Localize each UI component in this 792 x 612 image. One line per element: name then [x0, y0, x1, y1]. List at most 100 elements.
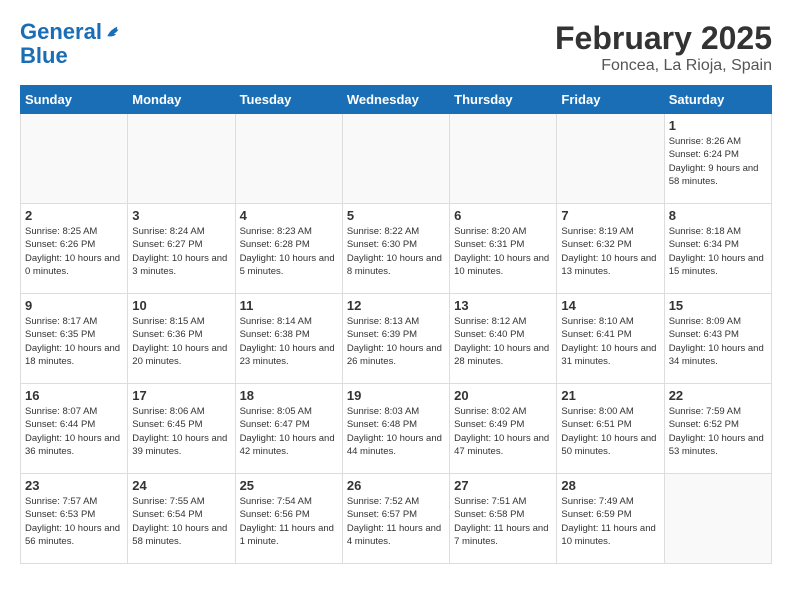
calendar-cell: 16 Sunrise: 8:07 AM Sunset: 6:44 PM Dayli… [21, 384, 128, 474]
calendar-cell: 4 Sunrise: 8:23 AM Sunset: 6:28 PM Daylig… [235, 204, 342, 294]
day-number: 5 [347, 208, 445, 223]
day-info: Sunrise: 8:22 AM Sunset: 6:30 PM Dayligh… [347, 225, 445, 278]
day-number: 3 [132, 208, 230, 223]
calendar-cell: 18 Sunrise: 8:05 AM Sunset: 6:47 PM Dayli… [235, 384, 342, 474]
calendar-cell: 2 Sunrise: 8:25 AM Sunset: 6:26 PM Daylig… [21, 204, 128, 294]
day-info: Sunrise: 8:13 AM Sunset: 6:39 PM Dayligh… [347, 315, 445, 368]
calendar-cell: 13Sunrise: 8:12 AM Sunset: 6:40 PM Dayli… [450, 294, 557, 384]
weekday-header-thursday: Thursday [450, 86, 557, 114]
day-number: 23 [25, 478, 123, 493]
calendar-cell: 11 Sunrise: 8:14 AM Sunset: 6:38 PM Dayli… [235, 294, 342, 384]
calendar-week-row: 23Sunrise: 7:57 AM Sunset: 6:53 PM Dayli… [21, 474, 772, 564]
calendar-week-row: 2 Sunrise: 8:25 AM Sunset: 6:26 PM Daylig… [21, 204, 772, 294]
month-year-title: February 2025 [555, 20, 772, 57]
day-info: Sunrise: 8:26 AM Sunset: 6:24 PM Dayligh… [669, 135, 767, 188]
day-number: 20 [454, 388, 552, 403]
calendar-cell: 6 Sunrise: 8:20 AM Sunset: 6:31 PM Daylig… [450, 204, 557, 294]
calendar-cell: 20Sunrise: 8:02 AM Sunset: 6:49 PM Dayli… [450, 384, 557, 474]
day-number: 6 [454, 208, 552, 223]
day-number: 2 [25, 208, 123, 223]
calendar-cell: 26 Sunrise: 7:52 AM Sunset: 6:57 PM Dayli… [342, 474, 449, 564]
calendar-cell: 3 Sunrise: 8:24 AM Sunset: 6:27 PM Daylig… [128, 204, 235, 294]
day-number: 9 [25, 298, 123, 313]
weekday-header-monday: Monday [128, 86, 235, 114]
day-info: Sunrise: 8:10 AM Sunset: 6:41 PM Dayligh… [561, 315, 659, 368]
calendar-cell: 22Sunrise: 7:59 AM Sunset: 6:52 PM Dayli… [664, 384, 771, 474]
day-info: Sunrise: 7:55 AM Sunset: 6:54 PM Dayligh… [132, 495, 230, 548]
calendar-cell: 24 Sunrise: 7:55 AM Sunset: 6:54 PM Dayli… [128, 474, 235, 564]
logo-text: General [20, 20, 102, 44]
calendar-cell: 15 Sunrise: 8:09 AM Sunset: 6:43 PM Dayli… [664, 294, 771, 384]
title-block: February 2025 Foncea, La Rioja, Spain [555, 20, 772, 75]
calendar-week-row: 9 Sunrise: 8:17 AM Sunset: 6:35 PM Daylig… [21, 294, 772, 384]
day-info: Sunrise: 8:17 AM Sunset: 6:35 PM Dayligh… [25, 315, 123, 368]
logo-blue-text: Blue [20, 44, 124, 68]
day-number: 4 [240, 208, 338, 223]
calendar-cell [450, 114, 557, 204]
day-info: Sunrise: 8:03 AM Sunset: 6:48 PM Dayligh… [347, 405, 445, 458]
calendar-cell: 1 Sunrise: 8:26 AM Sunset: 6:24 PM Daylig… [664, 114, 771, 204]
calendar-cell: 7 Sunrise: 8:19 AM Sunset: 6:32 PM Daylig… [557, 204, 664, 294]
day-info: Sunrise: 8:24 AM Sunset: 6:27 PM Dayligh… [132, 225, 230, 278]
weekday-header-friday: Friday [557, 86, 664, 114]
day-number: 16 [25, 388, 123, 403]
calendar-cell [664, 474, 771, 564]
day-info: Sunrise: 8:23 AM Sunset: 6:28 PM Dayligh… [240, 225, 338, 278]
calendar-cell: 27 Sunrise: 7:51 AM Sunset: 6:58 PM Dayli… [450, 474, 557, 564]
day-info: Sunrise: 8:05 AM Sunset: 6:47 PM Dayligh… [240, 405, 338, 458]
day-info: Sunrise: 8:06 AM Sunset: 6:45 PM Dayligh… [132, 405, 230, 458]
calendar-cell [128, 114, 235, 204]
calendar-cell [557, 114, 664, 204]
day-number: 24 [132, 478, 230, 493]
calendar-cell: 12 Sunrise: 8:13 AM Sunset: 6:39 PM Dayli… [342, 294, 449, 384]
weekday-header-row: SundayMondayTuesdayWednesdayThursdayFrid… [21, 86, 772, 114]
day-info: Sunrise: 8:20 AM Sunset: 6:31 PM Dayligh… [454, 225, 552, 278]
day-info: Sunrise: 8:07 AM Sunset: 6:44 PM Dayligh… [25, 405, 123, 458]
calendar-cell: 25Sunrise: 7:54 AM Sunset: 6:56 PM Dayli… [235, 474, 342, 564]
day-number: 17 [132, 388, 230, 403]
day-number: 22 [669, 388, 767, 403]
calendar-week-row: 1 Sunrise: 8:26 AM Sunset: 6:24 PM Daylig… [21, 114, 772, 204]
day-info: Sunrise: 8:12 AM Sunset: 6:40 PM Dayligh… [454, 315, 552, 368]
day-info: Sunrise: 7:49 AM Sunset: 6:59 PM Dayligh… [561, 495, 659, 548]
logo-bird-icon [104, 22, 124, 42]
day-info: Sunrise: 7:52 AM Sunset: 6:57 PM Dayligh… [347, 495, 445, 548]
calendar-cell [21, 114, 128, 204]
calendar-cell: 21 Sunrise: 8:00 AM Sunset: 6:51 PM Dayli… [557, 384, 664, 474]
day-number: 21 [561, 388, 659, 403]
day-number: 12 [347, 298, 445, 313]
weekday-header-saturday: Saturday [664, 86, 771, 114]
calendar-cell: 10Sunrise: 8:15 AM Sunset: 6:36 PM Dayli… [128, 294, 235, 384]
day-number: 19 [347, 388, 445, 403]
location-subtitle: Foncea, La Rioja, Spain [555, 57, 772, 75]
calendar-cell: 14Sunrise: 8:10 AM Sunset: 6:41 PM Dayli… [557, 294, 664, 384]
day-info: Sunrise: 8:14 AM Sunset: 6:38 PM Dayligh… [240, 315, 338, 368]
day-number: 11 [240, 298, 338, 313]
calendar-cell: 5 Sunrise: 8:22 AM Sunset: 6:30 PM Daylig… [342, 204, 449, 294]
day-number: 10 [132, 298, 230, 313]
day-info: Sunrise: 8:00 AM Sunset: 6:51 PM Dayligh… [561, 405, 659, 458]
day-info: Sunrise: 8:19 AM Sunset: 6:32 PM Dayligh… [561, 225, 659, 278]
calendar-cell: 19 Sunrise: 8:03 AM Sunset: 6:48 PM Dayli… [342, 384, 449, 474]
calendar-cell: 28Sunrise: 7:49 AM Sunset: 6:59 PM Dayli… [557, 474, 664, 564]
calendar-cell: 8Sunrise: 8:18 AM Sunset: 6:34 PM Daylig… [664, 204, 771, 294]
day-info: Sunrise: 8:09 AM Sunset: 6:43 PM Dayligh… [669, 315, 767, 368]
calendar-cell [342, 114, 449, 204]
page-header: General Blue February 2025 Foncea, La Ri… [20, 20, 772, 75]
calendar-cell: 17 Sunrise: 8:06 AM Sunset: 6:45 PM Dayli… [128, 384, 235, 474]
day-info: Sunrise: 8:25 AM Sunset: 6:26 PM Dayligh… [25, 225, 123, 278]
day-number: 26 [347, 478, 445, 493]
weekday-header-sunday: Sunday [21, 86, 128, 114]
day-number: 8 [669, 208, 767, 223]
day-number: 7 [561, 208, 659, 223]
day-number: 18 [240, 388, 338, 403]
weekday-header-tuesday: Tuesday [235, 86, 342, 114]
calendar-table: SundayMondayTuesdayWednesdayThursdayFrid… [20, 85, 772, 564]
day-info: Sunrise: 7:51 AM Sunset: 6:58 PM Dayligh… [454, 495, 552, 548]
day-number: 15 [669, 298, 767, 313]
calendar-cell: 9 Sunrise: 8:17 AM Sunset: 6:35 PM Daylig… [21, 294, 128, 384]
day-number: 1 [669, 118, 767, 133]
calendar-cell: 23Sunrise: 7:57 AM Sunset: 6:53 PM Dayli… [21, 474, 128, 564]
weekday-header-wednesday: Wednesday [342, 86, 449, 114]
day-number: 27 [454, 478, 552, 493]
